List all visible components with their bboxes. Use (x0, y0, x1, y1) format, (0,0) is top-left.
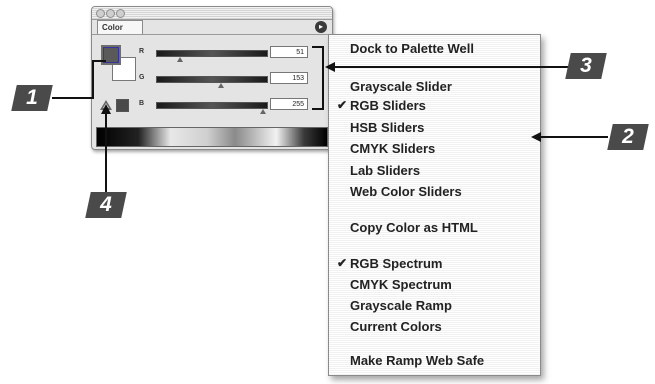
gamut-swatch[interactable] (116, 99, 129, 112)
menu-item-lab-sliders[interactable]: Lab Sliders (350, 163, 420, 178)
arrow-left-icon (325, 62, 335, 72)
menu-item-label: Lab Sliders (350, 163, 421, 178)
callout-line (334, 66, 570, 68)
zoom-icon[interactable] (116, 9, 125, 18)
menu-item-label: Dock to Palette Well (350, 41, 475, 56)
slider-thumb-r[interactable] (176, 57, 183, 62)
callout-number: 2 (622, 125, 634, 148)
bracket-line (322, 46, 324, 110)
menu-item-hsb-sliders[interactable]: HSB Sliders (350, 120, 424, 135)
callout-line (105, 112, 107, 192)
menu-item-label: Grayscale Slider (350, 79, 452, 94)
slider-thumb-g[interactable] (218, 83, 225, 88)
menu-item-rgb-sliders[interactable]: ✔ RGB Sliders (337, 98, 426, 113)
value-field-r[interactable]: 51 (270, 46, 308, 58)
palette-titlebar[interactable] (92, 7, 332, 20)
menu-item-grayscale-slider[interactable]: Grayscale Slider (350, 79, 452, 94)
slider-label-g: G (139, 74, 145, 81)
menu-item-label: CMYK Spectrum (350, 277, 452, 292)
value-field-b[interactable]: 255 (270, 98, 308, 110)
menu-item-rgb-spectrum[interactable]: ✔ RGB Spectrum (337, 256, 443, 271)
color-ramp[interactable] (96, 127, 328, 147)
arrow-left-icon (531, 132, 541, 142)
menu-item-label: HSB Sliders (350, 120, 425, 135)
menu-item-label: Make Ramp Web Safe (350, 353, 485, 368)
menu-item-label: Web Color Sliders (350, 184, 462, 199)
callout-number: 4 (100, 193, 112, 216)
slider-thumb-b[interactable] (260, 109, 266, 114)
menu-item-make-ramp-web-safe[interactable]: Make Ramp Web Safe (350, 353, 484, 368)
slider-track-b[interactable] (156, 102, 268, 109)
palette-flyout-menu: Dock to Palette Well Grayscale Slider ✔ R… (328, 34, 541, 376)
callout-line (52, 97, 92, 99)
menu-item-current-colors[interactable]: Current Colors (350, 319, 442, 334)
menu-item-label: Current Colors (350, 319, 442, 334)
menu-item-cmyk-spectrum[interactable]: CMYK Spectrum (350, 277, 452, 292)
callout-number: 3 (580, 54, 592, 77)
minimize-icon[interactable] (106, 9, 115, 18)
menu-item-label: Grayscale Ramp (350, 298, 452, 313)
slider-track-g[interactable] (156, 76, 268, 83)
callout-4: 4 (85, 192, 127, 218)
checkmark-icon: ✔ (337, 256, 348, 270)
menu-item-dock[interactable]: Dock to Palette Well (350, 41, 474, 56)
foreground-color-swatch[interactable] (101, 45, 121, 65)
menu-item-label: CMYK Sliders (350, 141, 436, 156)
tab-color[interactable]: Color (97, 20, 143, 34)
callout-2: 2 (607, 124, 649, 150)
menu-item-label: RGB Sliders (350, 98, 426, 113)
checkmark-icon: ✔ (337, 98, 348, 112)
close-icon[interactable] (96, 9, 105, 18)
callout-line (92, 60, 94, 99)
menu-item-web-color-sliders[interactable]: Web Color Sliders (350, 184, 462, 199)
arrow-up-icon (101, 104, 111, 114)
value-field-g[interactable]: 153 (270, 72, 308, 84)
slider-track-r[interactable] (156, 50, 268, 57)
color-palette: Color ▸ R 51 G 153 B 255 (91, 6, 333, 150)
callout-1: 1 (11, 85, 53, 111)
callout-line (92, 60, 106, 62)
bracket-line (312, 108, 324, 110)
slider-label-b: B (139, 100, 145, 107)
circle-arrow-icon[interactable]: ▸ (315, 21, 327, 33)
menu-item-label: Copy Color as HTML (350, 220, 478, 235)
menu-item-cmyk-sliders[interactable]: CMYK Sliders (350, 141, 435, 156)
menu-item-grayscale-ramp[interactable]: Grayscale Ramp (350, 298, 452, 313)
menu-item-label: RGB Spectrum (350, 256, 443, 271)
callout-3: 3 (565, 53, 607, 79)
tab-divider (92, 34, 332, 35)
callout-number: 1 (26, 86, 38, 109)
menu-item-copy-color-html[interactable]: Copy Color as HTML (350, 220, 478, 235)
callout-line (540, 136, 608, 138)
slider-label-r: R (139, 48, 145, 55)
